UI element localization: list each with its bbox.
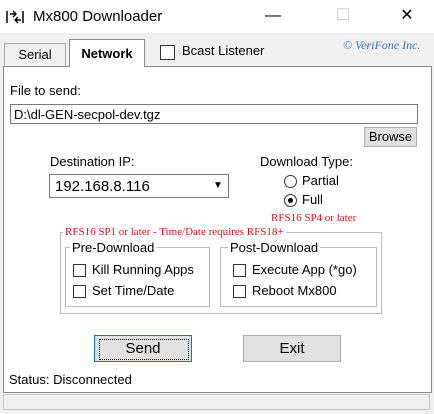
browse-button[interactable]: Browse: [364, 127, 417, 147]
rfs-sp4-note: RFS16 SP4 or later: [271, 212, 357, 224]
file-to-send-label: File to send:: [10, 83, 81, 98]
focus-rectangle: [99, 339, 189, 360]
reboot-mx800-label[interactable]: Reboot Mx800: [252, 283, 337, 298]
destination-ip-combobox[interactable]: 192.168.8.116 ▼: [49, 174, 229, 198]
file-path-input[interactable]: [10, 104, 418, 124]
full-radio-label[interactable]: Full: [302, 192, 323, 207]
download-type-label: Download Type:: [260, 154, 353, 169]
kill-running-apps-checkbox[interactable]: [73, 264, 86, 277]
app-icon: [6, 10, 24, 24]
reboot-mx800-checkbox[interactable]: [233, 285, 246, 298]
set-time-date-checkbox[interactable]: [73, 285, 86, 298]
execute-app-label[interactable]: Execute App (*go): [252, 262, 357, 277]
set-time-date-label[interactable]: Set Time/Date: [92, 283, 174, 298]
exit-button[interactable]: Exit: [243, 335, 341, 362]
radio-selected-dot: [288, 198, 293, 203]
status-bar: [3, 394, 430, 410]
partial-radio[interactable]: [284, 175, 297, 188]
maximize-button[interactable]: ☐: [320, 0, 366, 32]
tab-serial[interactable]: Serial: [4, 43, 66, 66]
full-radio[interactable]: [284, 194, 297, 207]
destination-ip-label: Destination IP:: [50, 154, 135, 169]
bcast-listener-checkbox[interactable]: [160, 45, 175, 60]
pre-download-group: [65, 247, 210, 307]
close-button[interactable]: ✕: [384, 0, 430, 32]
status-text: Status: Disconnected: [9, 372, 132, 387]
copyright-text: © VeriFone Inc.: [343, 38, 421, 52]
destination-ip-value: 192.168.8.116: [55, 178, 150, 195]
post-download-group: [220, 247, 377, 307]
execute-app-checkbox[interactable]: [233, 264, 246, 277]
bcast-listener-label[interactable]: Bcast Listener: [182, 43, 264, 58]
window-title: Mx800 Downloader: [33, 8, 163, 25]
post-download-title: Post-Download: [228, 240, 321, 255]
kill-running-apps-label[interactable]: Kill Running Apps: [92, 262, 194, 277]
chevron-down-icon[interactable]: ▼: [210, 179, 226, 193]
rfs-sp1-note: RFS16 SP1 or later - Time/Date requires …: [63, 226, 286, 238]
send-button[interactable]: Send: [94, 335, 192, 362]
partial-radio-label[interactable]: Partial: [302, 173, 339, 188]
tab-network[interactable]: Network: [69, 39, 145, 67]
minimize-button[interactable]: —: [250, 0, 296, 32]
pre-download-title: Pre-Download: [70, 240, 157, 255]
